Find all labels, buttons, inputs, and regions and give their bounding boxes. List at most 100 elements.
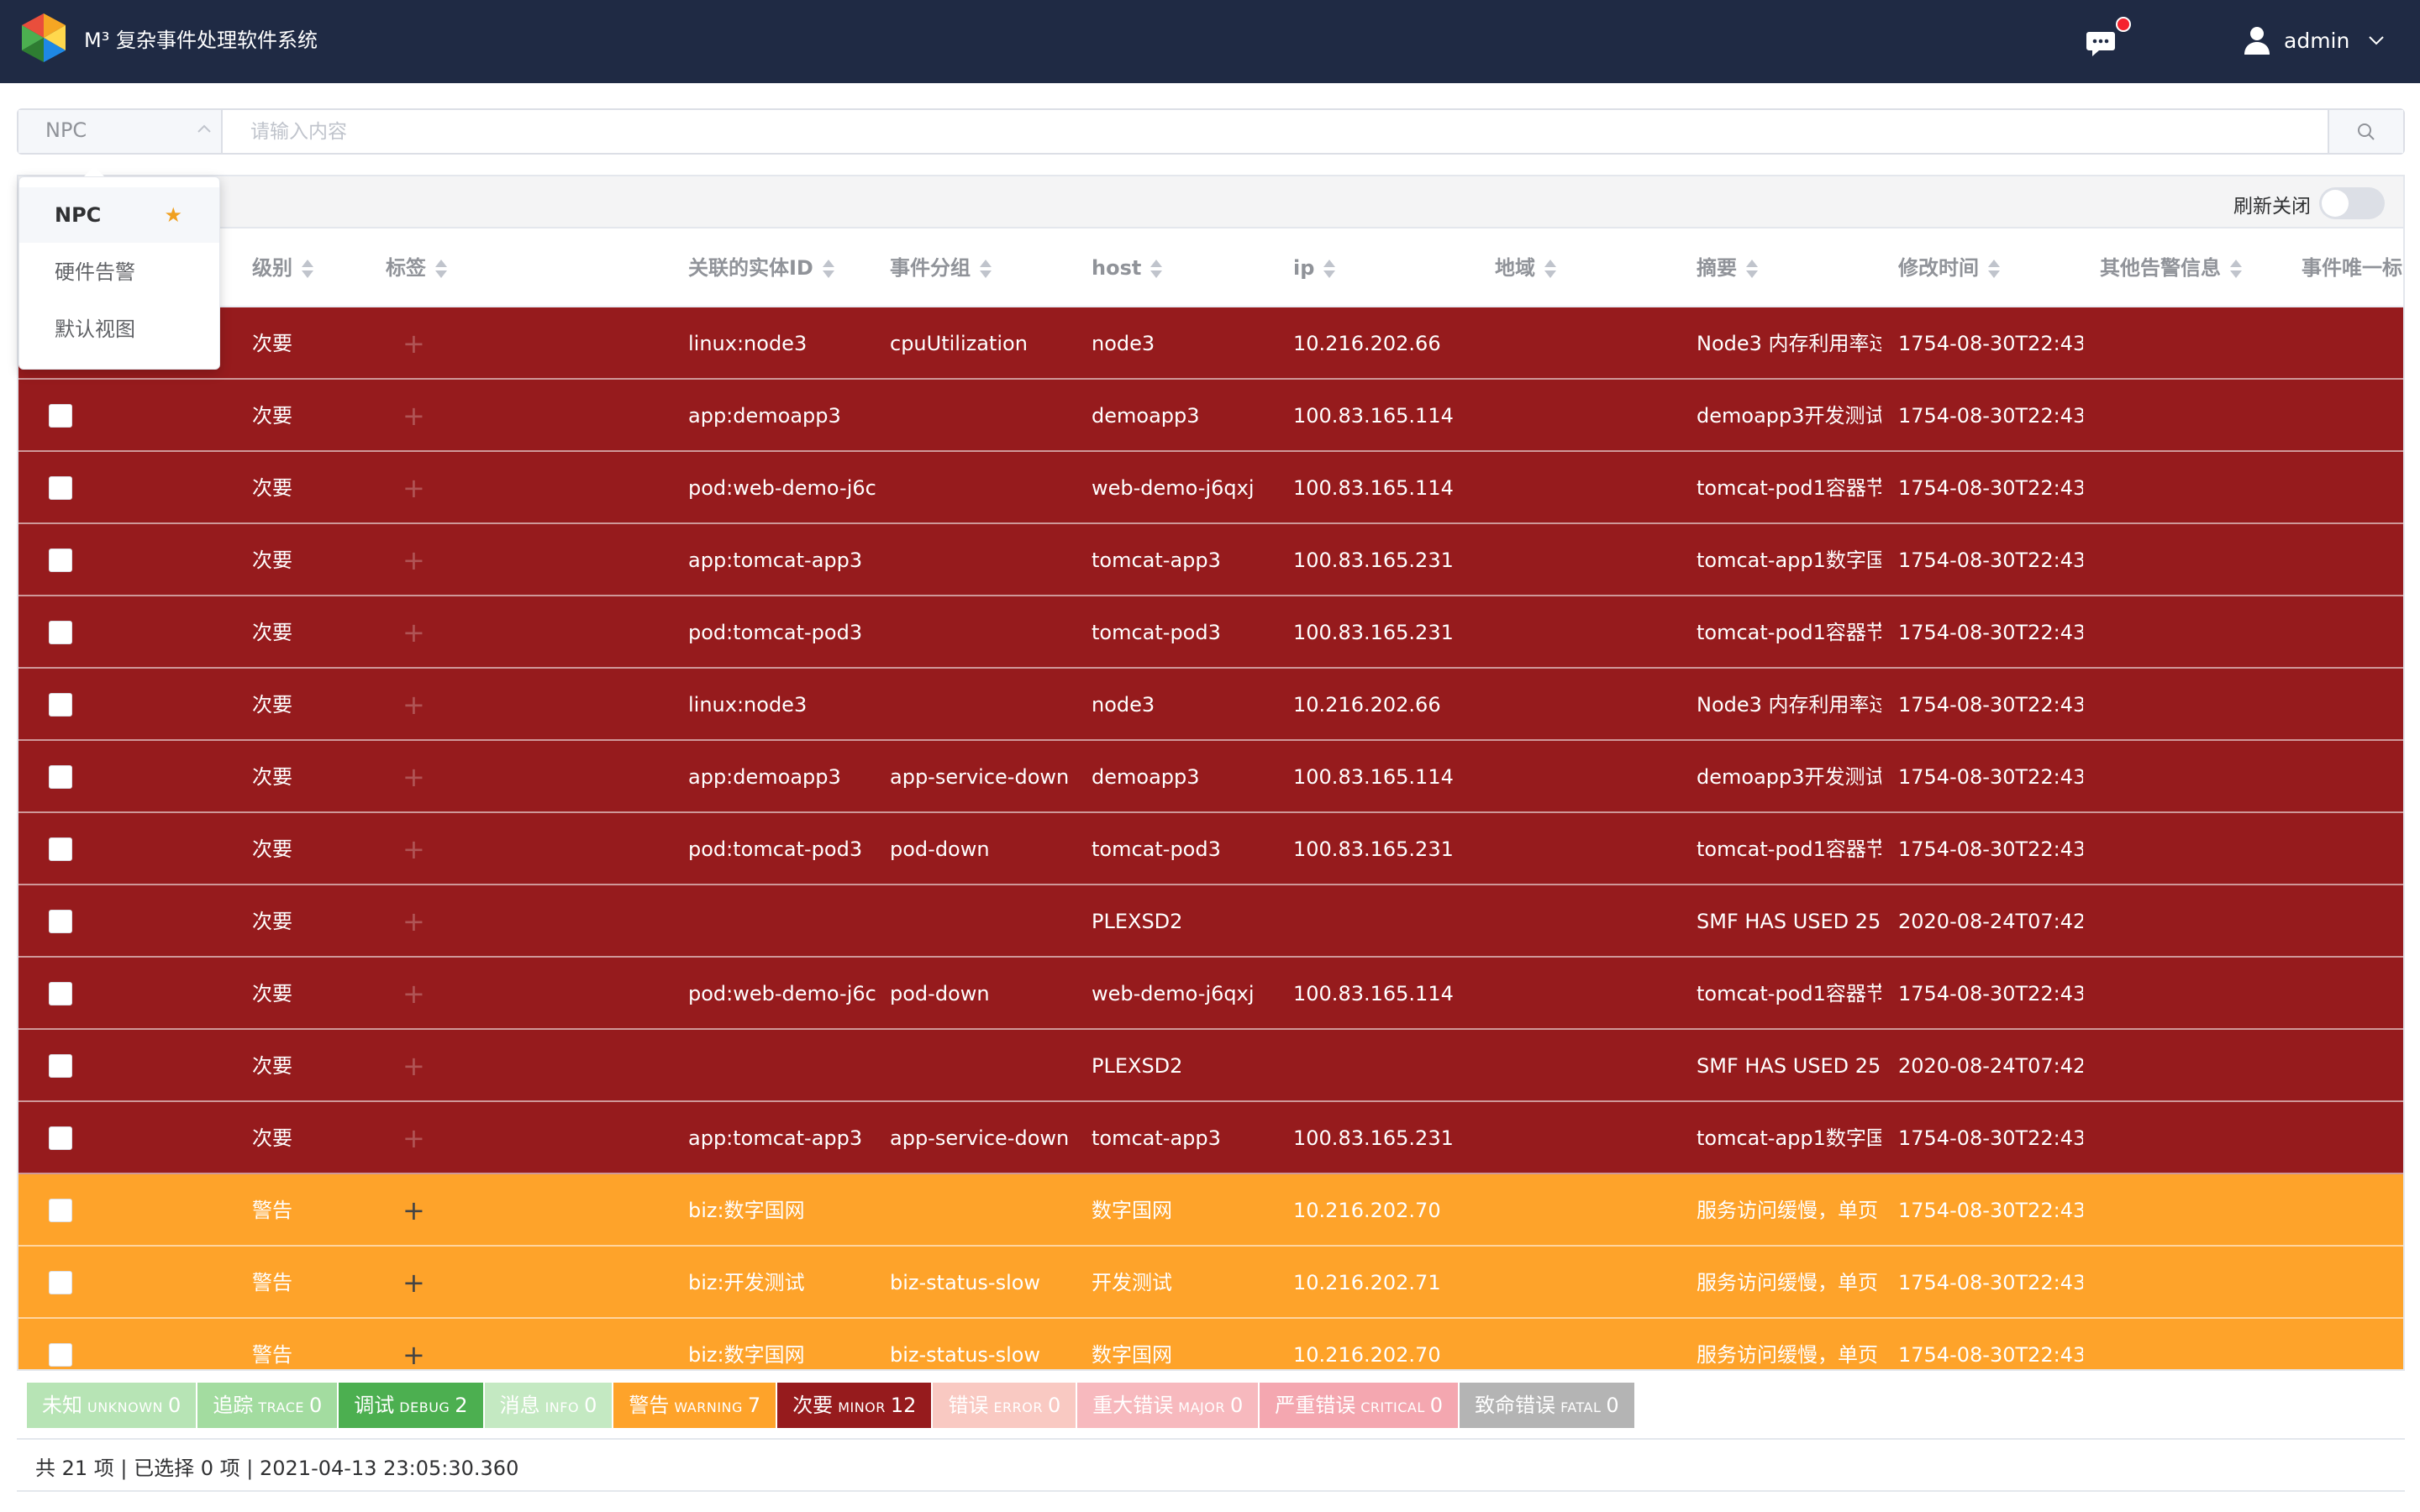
add-tag-icon[interactable]: + [402,885,425,958]
user-menu[interactable]: admin [2244,22,2385,59]
add-tag-icon[interactable]: + [402,452,425,524]
severity-code: WARNING [674,1399,743,1415]
table-row[interactable]: + 次要 pod:tomcat-pod3 pod-down tomcat-pod3 100… [18,813,2403,885]
add-tag-icon[interactable]: + [402,1030,425,1102]
severity-filter-info[interactable]: 消息 INFO 0 [484,1383,613,1428]
add-tag-icon[interactable]: + [402,1102,425,1174]
severity-filter-unknown[interactable]: 未知 UNKNOWN 0 [27,1383,197,1428]
row-checkbox[interactable] [49,1126,72,1150]
table-row[interactable]: + 警告 biz:数字国网 数字国网 10.216.202.70 服务访问缓慢，单页 175… [18,1174,2403,1247]
row-checkbox[interactable] [49,837,72,861]
column-header-region[interactable]: 地域 [1495,228,1557,307]
severity-filter-warning[interactable]: 警告 WARNING 7 [613,1383,776,1428]
column-header-level[interactable]: 级别 [252,228,314,307]
dropdown-item-hardware-alarm[interactable]: 硬件告警 [19,244,219,300]
add-tag-icon[interactable]: + [402,813,425,885]
table-row[interactable]: + 次要 PLEXSD2 SMF HAS USED 25 2020-08-24T07:4… [18,885,2403,958]
column-header-other-info[interactable]: 其他告警信息 [2100,228,2243,307]
column-header-label: 关联的实体ID [688,256,813,280]
row-checkbox[interactable] [49,404,72,428]
severity-filter-debug[interactable]: 调试 DEBUG 2 [339,1383,483,1428]
dropdown-item-default-view[interactable]: 默认视图 [19,302,219,357]
severity-filter-trace[interactable]: 追踪 TRACE 0 [197,1383,338,1428]
column-header-label: 事件唯一标 [2302,256,2402,280]
severity-filter-error[interactable]: 错误 ERROR 0 [933,1383,1076,1428]
row-checkbox[interactable] [49,910,72,933]
row-checkbox[interactable] [49,549,72,572]
view-select[interactable]: NPC [18,110,223,153]
sort-icon[interactable] [822,258,835,280]
column-header-entity-id[interactable]: 关联的实体ID [688,228,835,307]
table-row[interactable]: + 次要 pod:web-demo-j6c web-demo-j6qxj 100.83.… [18,452,2403,524]
table-row[interactable]: + 次要 linux:node3 cpuUtilization node3 10.216.… [18,307,2403,380]
sort-icon[interactable] [2229,258,2243,280]
cell-level: 次要 [252,621,292,644]
table-row[interactable]: + 次要 app:tomcat-app3 app-service-down tomcat… [18,1102,2403,1174]
column-header-ip[interactable]: ip [1293,228,1336,307]
add-tag-icon[interactable]: + [402,669,425,741]
row-checkbox[interactable] [49,693,72,717]
add-tag-icon[interactable]: + [402,524,425,596]
column-header-modified-time[interactable]: 修改时间 [1898,228,2001,307]
cell-entity-id: app:demoapp3 [688,765,841,789]
sort-icon[interactable] [1987,258,2001,280]
row-checkbox[interactable] [49,982,72,1005]
add-tag-icon[interactable]: + [402,1247,425,1319]
sort-icon[interactable] [1745,258,1759,280]
table-row[interactable]: + 次要 pod:web-demo-j6c pod-down web-demo-j6qx… [18,958,2403,1030]
row-checkbox[interactable] [49,1199,72,1222]
search-input[interactable] [250,118,2267,146]
column-header-tag[interactable]: 标签 [386,228,448,307]
refresh-toggle[interactable] [2319,187,2385,219]
column-header-event-unique-id[interactable]: 事件唯一标 [2302,228,2402,307]
add-tag-icon[interactable]: + [402,307,425,380]
cell-event-group: app-service-down [890,765,1070,789]
table-row[interactable]: + 次要 app:tomcat-app3 tomcat-app3 100.83.165.… [18,524,2403,596]
column-header-event-group[interactable]: 事件分组 [890,228,992,307]
severity-filter-major[interactable]: 重大错误 MAJOR 0 [1077,1383,1259,1428]
sort-icon[interactable] [979,258,992,280]
cell-host: tomcat-app3 [1092,1126,1221,1150]
table-row[interactable]: + 次要 app:demoapp3 demoapp3 100.83.165.114 dem… [18,380,2403,452]
sort-icon[interactable] [1150,258,1163,280]
table-row[interactable]: + 次要 app:demoapp3 app-service-down demoapp3 1… [18,741,2403,813]
table-row[interactable]: + 警告 biz:开发测试 biz-status-slow 开发测试 10.216.202… [18,1247,2403,1319]
add-tag-icon[interactable]: + [402,1319,425,1369]
star-icon[interactable]: ★ [164,187,182,243]
severity-count: 7 [747,1394,761,1417]
cell-modified-time: 1754-08-30T22:43 [1898,982,2083,1005]
cell-ip: 10.216.202.66 [1293,332,1441,355]
dropdown-item-npc[interactable]: NPC ★ [19,187,219,243]
sort-icon[interactable] [301,258,314,280]
table-row[interactable]: + 警告 biz:数字国网 biz-status-slow 数字国网 10.216.202… [18,1319,2403,1369]
add-tag-icon[interactable]: + [402,958,425,1030]
table-row[interactable]: + 次要 pod:tomcat-pod3 tomcat-pod3 100.83.165.… [18,596,2403,669]
table-row[interactable]: + 次要 linux:node3 node3 10.216.202.66 Node3 内存… [18,669,2403,741]
severity-count: 0 [168,1394,182,1417]
sort-icon[interactable] [1323,258,1336,280]
row-checkbox[interactable] [49,621,72,644]
row-checkbox[interactable] [49,476,72,500]
row-checkbox[interactable] [49,1343,72,1367]
message-button[interactable] [2084,25,2118,59]
row-checkbox[interactable] [49,1054,72,1078]
severity-filter-minor[interactable]: 次要 MINOR 12 [777,1383,932,1428]
row-checkbox[interactable] [49,765,72,789]
cell-region [1495,380,1688,452]
row-checkbox[interactable] [49,1271,72,1294]
sort-icon[interactable] [434,258,448,280]
table-row[interactable]: + 次要 PLEXSD2 SMF HAS USED 25 2020-08-24T07:4… [18,1030,2403,1102]
sort-icon[interactable] [1544,258,1557,280]
add-tag-icon[interactable]: + [402,1174,425,1247]
column-header-summary[interactable]: 摘要 [1697,228,1759,307]
severity-legend: 未知 UNKNOWN 0 追踪 TRACE 0 调试 DEBUG 2 消息 INFO 0 警告 WARNI… [27,1383,1636,1428]
search-button[interactable] [2328,110,2403,153]
add-tag-icon[interactable]: + [402,741,425,813]
severity-filter-fatal[interactable]: 致命错误 FATAL 0 [1460,1383,1634,1428]
column-header-label: 事件分组 [890,256,971,280]
column-header-host[interactable]: host [1092,228,1163,307]
severity-filter-critical[interactable]: 严重错误 CRITICAL 0 [1260,1383,1459,1428]
add-tag-icon[interactable]: + [402,380,425,452]
cell-region [1495,524,1688,596]
add-tag-icon[interactable]: + [402,596,425,669]
